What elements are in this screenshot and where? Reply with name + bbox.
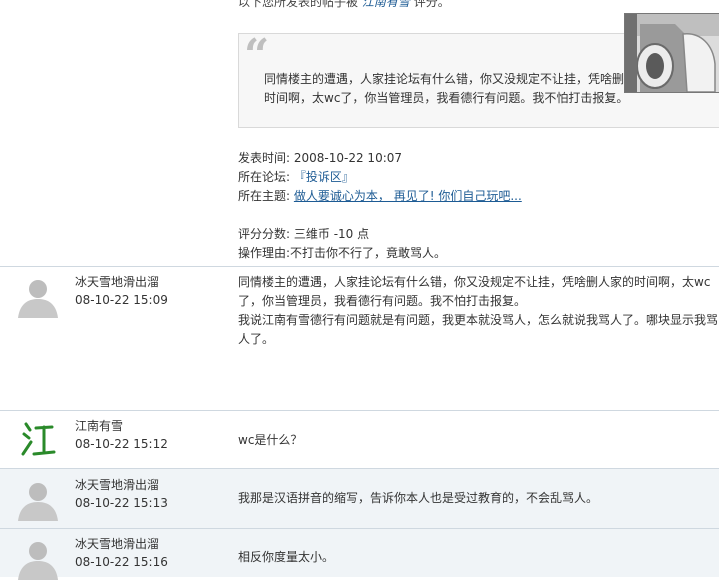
reply-content: wc是什么？ xyxy=(238,433,303,447)
jiang-avatar-icon xyxy=(22,0,52,4)
reply-content: 我那是汉语拼音的缩写，告诉你本人也是受过教育的，不会乱骂人。 xyxy=(238,491,599,505)
reply-author[interactable]: 冰天雪地滑出溜 xyxy=(75,535,159,552)
reply-content: 同情楼主的遭遇，人家挂论坛有什么错，你又没规定不让挂，凭啥删人家的时间啊，太wc… xyxy=(238,275,719,346)
posted-time: 发表时间: 2008-10-22 10:07 xyxy=(238,151,403,165)
topic-line: 所在主题: 做人要诚心为本， 再见了! 你们自己玩吧... xyxy=(238,189,522,203)
rating-intro: 以下您所发表的帖子被 江南有雪 评分。 xyxy=(238,0,450,10)
reply-time: 08-10-22 15:09 xyxy=(75,293,168,307)
reply-time: 08-10-22 15:12 xyxy=(75,437,168,451)
thumbnail-image xyxy=(624,13,719,93)
default-avatar-icon xyxy=(18,483,58,521)
reply-author[interactable]: 冰天雪地滑出溜 xyxy=(75,476,159,493)
reply-author[interactable]: 江南有雪 xyxy=(75,417,123,434)
quoted-post-text: 同情楼主的遭遇，人家挂论坛有什么错，你又没规定不让挂，凭啥删人家的时间啊，太wc… xyxy=(264,72,661,105)
reply-content: 相反你度量太小。 xyxy=(238,550,335,564)
score-line: 评分分数: 三维币 -10 点 xyxy=(238,227,370,241)
reply-time: 08-10-22 15:16 xyxy=(75,555,168,569)
reason-line: 操作理由:不打击你不行了，竟敢骂人。 xyxy=(238,246,447,260)
forum-link[interactable]: 『投诉区』 xyxy=(294,170,354,184)
default-avatar-icon xyxy=(18,280,58,318)
jiang-calligraphy-avatar-icon xyxy=(21,422,56,456)
reply-time: 08-10-22 15:13 xyxy=(75,496,168,510)
forum-line: 所在论坛: 『投诉区』 xyxy=(238,170,354,184)
rater-link[interactable]: 江南有雪 xyxy=(362,0,410,9)
default-avatar-icon xyxy=(18,542,58,580)
reply-author[interactable]: 冰天雪地滑出溜 xyxy=(75,273,159,290)
topic-link[interactable]: 做人要诚心为本， 再见了! 你们自己玩吧... xyxy=(294,189,522,203)
